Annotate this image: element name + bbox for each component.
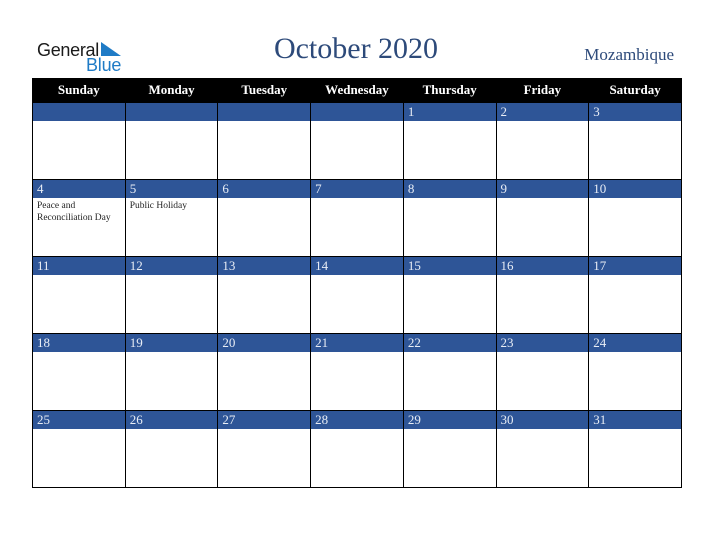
day-cell[interactable] <box>217 102 312 180</box>
day-cell[interactable]: 14 <box>310 256 404 334</box>
day-cell[interactable]: 3 <box>588 102 682 180</box>
day-cell[interactable]: 16 <box>495 256 590 334</box>
week-row: 123 <box>32 102 682 180</box>
day-cell[interactable]: 18 <box>32 333 126 411</box>
weekday-header: Thursday <box>402 78 497 103</box>
day-number: 6 <box>218 180 311 198</box>
day-number: 31 <box>589 411 681 429</box>
week-row: 25 26 27 28 29 30 31 <box>32 410 682 488</box>
day-cell[interactable]: 27 <box>217 410 312 488</box>
day-number: 10 <box>589 180 681 198</box>
day-cell[interactable]: 31 <box>588 410 682 488</box>
day-number <box>33 103 125 121</box>
day-number: 28 <box>311 411 403 429</box>
day-number: 14 <box>311 257 403 275</box>
day-number: 19 <box>125 334 218 352</box>
day-cell[interactable]: 23 <box>495 333 590 411</box>
day-cell[interactable]: 28 <box>310 410 404 488</box>
day-number: 21 <box>311 334 403 352</box>
day-number <box>218 103 311 121</box>
day-number <box>125 103 218 121</box>
day-cell[interactable]: 5 Public Holiday <box>124 179 219 257</box>
day-cell[interactable]: 29 <box>402 410 497 488</box>
day-number: 22 <box>403 334 496 352</box>
day-number: 27 <box>218 411 311 429</box>
day-cell[interactable]: 22 <box>402 333 497 411</box>
week-row: 4 Peace and Reconciliation Day 5 Public Hol… <box>32 179 682 257</box>
country-label: Mozambique <box>584 45 674 64</box>
weekday-header: Friday <box>495 78 590 103</box>
day-cell[interactable]: 9 <box>495 179 590 257</box>
day-number: 11 <box>33 257 125 275</box>
day-cell[interactable]: 24 <box>588 333 682 411</box>
day-cell[interactable] <box>32 102 126 180</box>
calendar-grid: Sunday Monday Tuesday Wednesday Thursday… <box>32 78 682 488</box>
weekday-header: Saturday <box>588 78 682 103</box>
day-cell[interactable]: 7 <box>310 179 404 257</box>
day-cell[interactable]: 13 <box>217 256 312 334</box>
day-cell[interactable]: 17 <box>588 256 682 334</box>
holiday-event: Peace and Reconciliation Day <box>37 201 111 223</box>
day-cell[interactable]: 1 <box>402 102 497 180</box>
day-cell[interactable]: 15 <box>402 256 497 334</box>
day-cell[interactable]: 25 <box>32 410 126 488</box>
day-cell[interactable]: 10 <box>588 179 682 257</box>
day-number: 8 <box>403 180 496 198</box>
day-number: 18 <box>33 334 125 352</box>
day-cell[interactable]: 26 <box>124 410 219 488</box>
day-number: 15 <box>403 257 496 275</box>
weekday-header: Tuesday <box>217 78 312 103</box>
day-number: 16 <box>496 257 589 275</box>
day-number: 5 <box>125 180 218 198</box>
day-cell[interactable] <box>310 102 404 180</box>
day-number: 26 <box>125 411 218 429</box>
holiday-event: Public Holiday <box>129 201 187 211</box>
day-number: 30 <box>496 411 589 429</box>
day-cell[interactable]: 11 <box>32 256 126 334</box>
day-cell[interactable]: 8 <box>402 179 497 257</box>
day-cell[interactable]: 12 <box>124 256 219 334</box>
weekday-header-row: Sunday Monday Tuesday Wednesday Thursday… <box>32 78 682 103</box>
day-number <box>311 103 403 121</box>
day-number: 23 <box>496 334 589 352</box>
day-number: 24 <box>589 334 681 352</box>
day-number: 1 <box>403 103 496 121</box>
day-cell[interactable]: 4 Peace and Reconciliation Day <box>32 179 126 257</box>
week-row: 18 19 20 21 22 23 24 <box>32 333 682 411</box>
day-cell[interactable] <box>124 102 219 180</box>
day-number: 2 <box>496 103 589 121</box>
day-number: 7 <box>311 180 403 198</box>
day-number: 17 <box>589 257 681 275</box>
day-number: 12 <box>125 257 218 275</box>
day-cell[interactable]: 20 <box>217 333 312 411</box>
week-row: 11 12 13 14 15 16 17 <box>32 256 682 334</box>
day-number: 4 <box>33 180 125 198</box>
day-number: 20 <box>218 334 311 352</box>
weekday-header: Wednesday <box>310 78 404 103</box>
weekday-header: Monday <box>124 78 219 103</box>
day-cell[interactable]: 6 <box>217 179 312 257</box>
day-number: 29 <box>403 411 496 429</box>
day-cell[interactable]: 19 <box>124 333 219 411</box>
weekday-header: Sunday <box>32 78 126 103</box>
day-cell[interactable]: 21 <box>310 333 404 411</box>
day-number: 13 <box>218 257 311 275</box>
day-number: 25 <box>33 411 125 429</box>
day-cell[interactable]: 2 <box>495 102 590 180</box>
day-number: 3 <box>589 103 681 121</box>
day-number: 9 <box>496 180 589 198</box>
day-cell[interactable]: 30 <box>495 410 590 488</box>
